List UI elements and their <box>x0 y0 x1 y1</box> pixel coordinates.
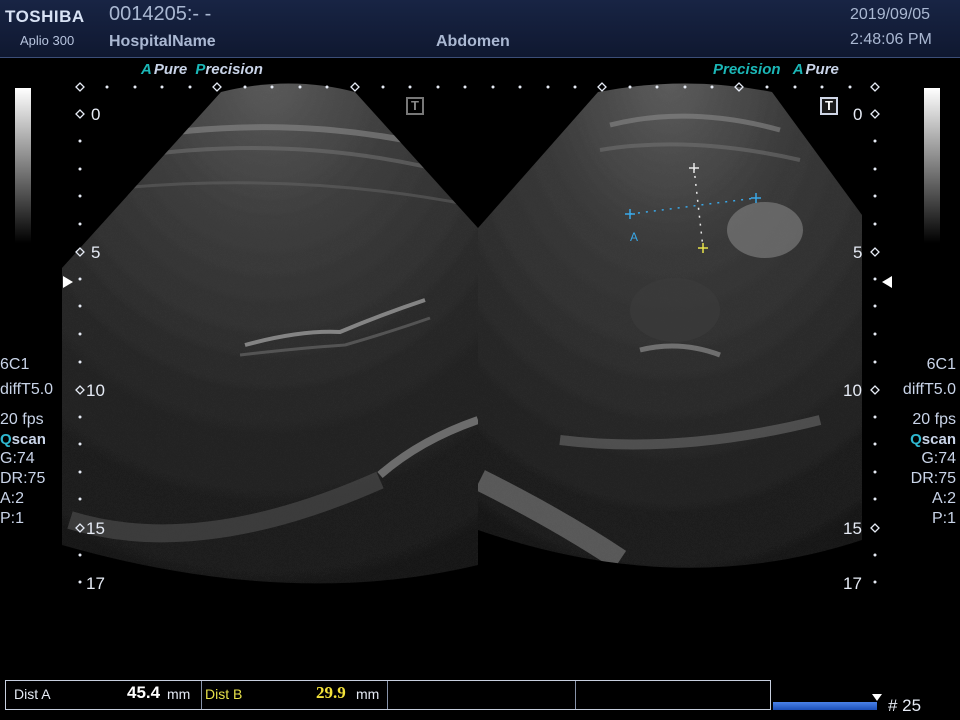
qscan-q-symbol: Q <box>910 431 922 448</box>
right-ultrasound-image <box>478 83 862 568</box>
right-depth-label-17: 17 <box>843 574 862 593</box>
a-param-value: A:2 <box>931 490 956 507</box>
right-depth-label-5: 5 <box>853 243 863 262</box>
dist-a-value: 45.4 <box>127 683 161 702</box>
left-ultrasound-image <box>62 83 478 584</box>
left-depth-label-17: 17 <box>86 574 105 593</box>
qscan-q-symbol: Q <box>0 431 12 448</box>
cine-position-marker-icon[interactable] <box>872 694 882 701</box>
left-depth-label-5: 5 <box>91 243 101 262</box>
dist-a-label: Dist A <box>14 686 51 702</box>
measurement-results-bar: Dist A 45.4 mm Dist B 29.9 mm <box>5 680 771 710</box>
a-param-value: A:2 <box>0 490 25 507</box>
gain-value: G:74 <box>0 450 35 467</box>
frame-rate: 20 fps <box>912 411 956 428</box>
dist-b-result: Dist B 29.9 mm <box>202 681 388 709</box>
empty-result-slot <box>388 681 576 709</box>
gain-value: G:74 <box>921 450 956 467</box>
caliper-a-label: A <box>630 230 638 244</box>
dist-b-value: 29.9 <box>316 683 346 702</box>
right-grayscale-bar <box>924 88 940 243</box>
right-depth-scale-dots <box>873 139 877 584</box>
frame-number: # 25 <box>888 696 922 715</box>
dist-b-label: Dist B <box>205 686 243 702</box>
right-focus-marker-icon <box>882 276 892 288</box>
qscan-label: scan <box>921 431 956 448</box>
probe-name: 6C1 <box>926 356 956 373</box>
right-image-params: 6C1 diffT5.0 20 fps Qscan G:74 DR:75 A:2… <box>903 355 956 529</box>
frame-rate: 20 fps <box>0 411 44 428</box>
p-param-value: P:1 <box>0 510 25 527</box>
dist-a-result: Dist A 45.4 mm <box>6 681 202 709</box>
right-image-select-marker[interactable]: T <box>820 97 838 115</box>
qscan-label: scan <box>11 431 46 448</box>
probe-name: 6C1 <box>0 356 30 373</box>
dynamic-range-value: DR:75 <box>910 470 956 487</box>
ultrasound-images: A <box>62 82 880 584</box>
dynamic-range-value: DR:75 <box>0 470 46 487</box>
right-depth-major-ticks <box>870 109 880 533</box>
empty-result-slot <box>576 681 770 709</box>
left-depth-label-10: 10 <box>86 381 105 400</box>
imaging-mode: diffT5.0 <box>0 381 54 398</box>
right-depth-label-10: 10 <box>843 381 862 400</box>
left-grayscale-bar <box>15 88 31 243</box>
left-image-select-marker[interactable]: T <box>406 97 424 115</box>
cine-progress-bar[interactable] <box>773 702 877 710</box>
left-depth-label-15: 15 <box>86 519 105 538</box>
dist-b-unit: mm <box>356 686 380 702</box>
right-depth-label-0: 0 <box>853 105 863 124</box>
imaging-mode: diffT5.0 <box>902 381 956 398</box>
p-param-value: P:1 <box>931 510 956 527</box>
dist-a-unit: mm <box>167 686 191 702</box>
left-image-params: 6C1 diffT5.0 20 fps Qscan G:74 DR:75 A:2… <box>0 355 53 529</box>
left-depth-label-0: 0 <box>91 105 101 124</box>
left-focus-marker-icon <box>63 276 73 288</box>
right-depth-label-15: 15 <box>843 519 862 538</box>
